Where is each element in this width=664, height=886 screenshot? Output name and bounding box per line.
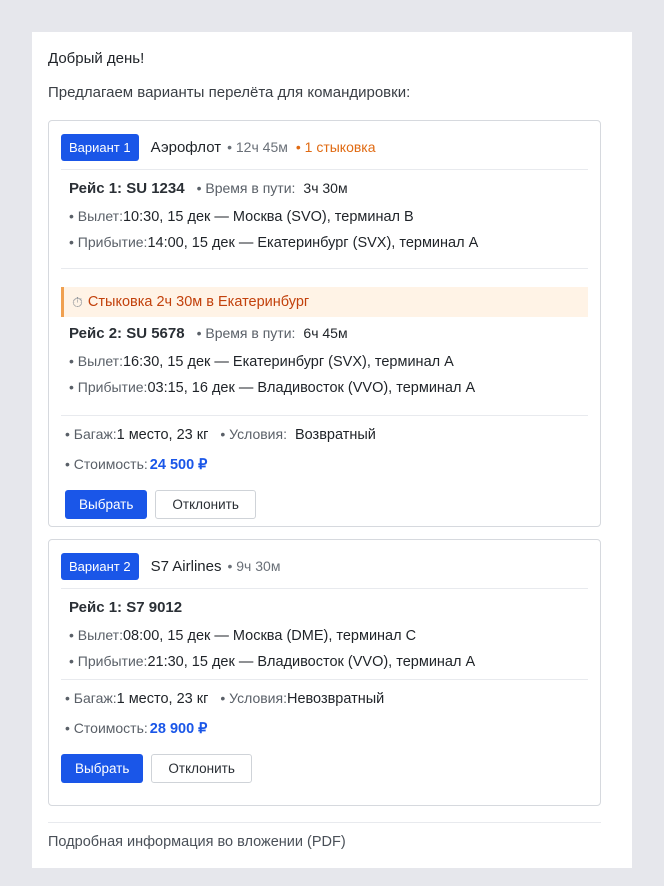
divider xyxy=(61,588,588,589)
decline-button[interactable]: Отклонить xyxy=(155,490,256,519)
transfer-count: • 1 стыковка xyxy=(295,139,376,155)
flight-number: Рейс 1: S7 9012 xyxy=(69,599,183,616)
conditions-label: • Условия: xyxy=(220,426,287,442)
variant-badge: Вариант 2 xyxy=(61,552,139,580)
connection-banner: ⏱ Стыковка 2ч 30м в Екатеринбург xyxy=(61,287,588,317)
departure-value: 10:30, 15 дек — Москва (SVO), терминал B xyxy=(122,209,414,225)
flight-option-card: Вариант 2 S7 Airlines • 9ч 30м Рейс 1: S… xyxy=(48,539,601,806)
duration-label: • Время в пути: xyxy=(196,180,296,196)
arrival-label: • Прибытие: xyxy=(69,379,148,395)
divider xyxy=(61,169,588,170)
arrival-value: 03:15, 16 дек — Владивосток (VVO), терми… xyxy=(147,380,476,396)
divider xyxy=(61,679,588,680)
conditions-value: Невозвратный xyxy=(286,691,385,707)
departure-label: • Вылет: xyxy=(69,208,123,224)
arrival-label: • Прибытие: xyxy=(69,234,148,250)
variant-badge: Вариант 1 xyxy=(61,133,139,161)
fare-details: • Багаж: 1 место, 23 кг • Условия: Невоз… xyxy=(61,690,588,740)
baggage-value: 1 место, 23 кг xyxy=(116,427,209,443)
total-duration: • 12ч 45м xyxy=(227,139,288,155)
connection-text: Стыковка 2ч 30м в Екатеринбург xyxy=(87,294,310,310)
flight-option-card: Вариант 1 Аэрофлот • 12ч 45м • 1 стыковк… xyxy=(48,120,601,527)
select-button[interactable]: Выбрать xyxy=(65,490,148,519)
arrival-value: 21:30, 15 дек — Владивосток (VVO), терми… xyxy=(147,654,476,670)
flight-segment: Рейс 1: SU 1234 • Время в пути: 3ч 30м •… xyxy=(61,180,588,254)
departure-label: • Вылет: xyxy=(69,627,123,643)
duration-value: 3ч 30м xyxy=(303,180,348,196)
intro-text: Предлагаем варианты перелёта для команди… xyxy=(48,84,411,101)
greeting: Добрый день! xyxy=(48,50,145,67)
price-value: 24 500 ₽ xyxy=(149,457,208,473)
arrival-value: 14:00, 15 дек — Екатеринбург (SVX), терм… xyxy=(147,235,479,251)
select-button[interactable]: Выбрать xyxy=(61,754,144,783)
divider xyxy=(61,415,588,416)
email-body: Добрый день! Предлагаем варианты перелёт… xyxy=(32,32,632,868)
conditions-value: Возвратный xyxy=(294,427,376,443)
stopwatch-icon: ⏱ xyxy=(72,294,83,310)
flight-segment: Рейс 2: SU 5678 • Время в пути: 6ч 45м •… xyxy=(61,325,588,399)
fare-details: • Багаж: 1 место, 23 кг • Условия: Возвр… xyxy=(61,426,588,476)
flight-segment: Рейс 1: S7 9012 • Вылет: 08:00, 15 дек —… xyxy=(61,599,588,673)
action-buttons: Выбрать Отклонить xyxy=(61,490,588,519)
decline-button[interactable]: Отклонить xyxy=(151,754,252,783)
arrival-label: • Прибытие: xyxy=(69,653,148,669)
attachment-note: Подробная информация во вложении (PDF) xyxy=(48,834,346,850)
duration-value: 6ч 45м xyxy=(303,325,348,341)
option-header: Вариант 2 S7 Airlines • 9ч 30м xyxy=(61,552,588,580)
duration-label: • Время в пути: xyxy=(196,325,296,341)
divider xyxy=(61,268,588,269)
departure-label: • Вылет: xyxy=(69,353,123,369)
departure-value: 08:00, 15 дек — Москва (DME), терминал C xyxy=(122,628,417,644)
option-header: Вариант 1 Аэрофлот • 12ч 45м • 1 стыковк… xyxy=(61,133,588,161)
divider xyxy=(48,822,601,823)
price-label: • Стоимость: xyxy=(65,456,148,472)
departure-value: 16:30, 15 дек — Екатеринбург (SVX), терм… xyxy=(122,354,454,370)
action-buttons: Выбрать Отклонить xyxy=(61,754,588,783)
price-label: • Стоимость: xyxy=(65,720,148,736)
baggage-value: 1 место, 23 кг xyxy=(116,691,209,707)
flight-number: Рейс 1: SU 1234 xyxy=(69,180,185,197)
airline-name: S7 Airlines xyxy=(150,557,222,575)
total-duration: • 9ч 30м xyxy=(227,558,281,574)
conditions-label: • Условия: xyxy=(220,690,287,706)
flight-number: Рейс 2: SU 5678 xyxy=(69,325,185,342)
airline-name: Аэрофлот xyxy=(150,138,222,156)
price-value: 28 900 ₽ xyxy=(149,721,208,737)
baggage-label: • Багаж: xyxy=(65,426,117,442)
baggage-label: • Багаж: xyxy=(65,690,117,706)
